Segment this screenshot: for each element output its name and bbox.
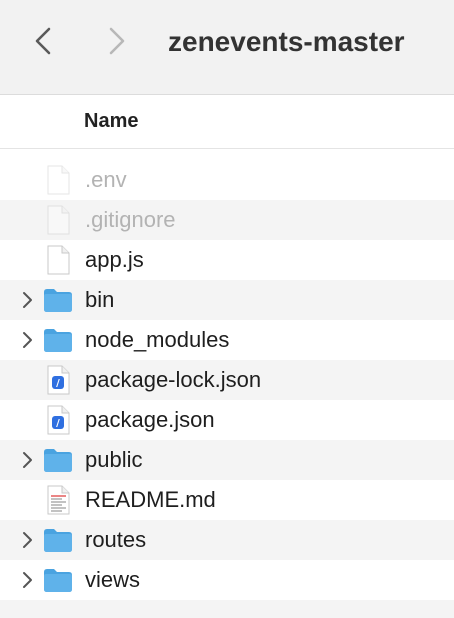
folder-row[interactable]: public bbox=[0, 440, 454, 480]
document-icon bbox=[47, 205, 70, 235]
window-title: zenevents-master bbox=[168, 26, 405, 57]
document-icon bbox=[47, 245, 70, 275]
chevron-right-icon bbox=[23, 532, 32, 548]
file-icon-wrap bbox=[42, 205, 74, 235]
forward-button[interactable] bbox=[102, 24, 132, 58]
file-row[interactable]: .env bbox=[0, 160, 454, 200]
disclosure-button[interactable] bbox=[18, 530, 36, 550]
json-file-icon: / bbox=[47, 365, 70, 395]
chevron-right-icon bbox=[109, 27, 125, 55]
folder-icon bbox=[44, 569, 72, 592]
svg-text:/: / bbox=[56, 418, 60, 429]
file-name: views bbox=[85, 567, 141, 592]
chevron-left-icon bbox=[35, 27, 51, 55]
file-name: package-lock.json bbox=[85, 367, 262, 392]
file-name: app.js bbox=[85, 247, 144, 272]
file-icon-wrap bbox=[42, 286, 74, 314]
file-name: package.json bbox=[85, 407, 215, 432]
file-row[interactable]: / package-lock.json bbox=[0, 360, 454, 400]
folder-row[interactable]: node_modules bbox=[0, 320, 454, 360]
name-column-header[interactable]: Name bbox=[84, 107, 138, 135]
file-icon-wrap bbox=[42, 165, 74, 195]
json-file-icon: / bbox=[47, 405, 70, 435]
file-name: .gitignore bbox=[85, 207, 176, 232]
document-icon bbox=[47, 165, 70, 195]
file-row[interactable]: README.md bbox=[0, 480, 454, 520]
file-icon-wrap bbox=[42, 566, 74, 594]
file-icon-wrap bbox=[42, 245, 74, 275]
file-icon-wrap bbox=[42, 485, 74, 515]
disclosure-button[interactable] bbox=[18, 450, 36, 470]
folder-icon bbox=[44, 529, 72, 552]
file-icon-wrap: / bbox=[42, 365, 74, 395]
disclosure-button[interactable] bbox=[18, 570, 36, 590]
folder-row[interactable]: bin bbox=[0, 280, 454, 320]
file-icon-wrap bbox=[42, 326, 74, 354]
file-name: routes bbox=[85, 527, 147, 552]
file-name: node_modules bbox=[85, 327, 230, 352]
chevron-right-icon bbox=[23, 292, 32, 308]
folder-row[interactable]: views bbox=[0, 560, 454, 600]
svg-text:/: / bbox=[56, 378, 60, 389]
chevron-right-icon bbox=[23, 332, 32, 348]
file-name: bin bbox=[85, 287, 115, 312]
folder-icon bbox=[44, 289, 72, 312]
file-icon-wrap bbox=[42, 446, 74, 474]
file-name: README.md bbox=[85, 487, 216, 512]
file-name: public bbox=[85, 447, 143, 472]
file-list: .env .gitignore app.js bin node_modules / pack… bbox=[0, 160, 454, 600]
disclosure-button[interactable] bbox=[18, 330, 36, 350]
chevron-right-icon bbox=[23, 452, 32, 468]
folder-icon bbox=[44, 449, 72, 472]
chevron-right-icon bbox=[23, 572, 32, 588]
back-button[interactable] bbox=[28, 24, 58, 58]
file-icon-wrap: / bbox=[42, 405, 74, 435]
folder-row[interactable]: routes bbox=[0, 520, 454, 560]
markdown-file-icon bbox=[47, 485, 70, 515]
column-header: Name bbox=[0, 95, 454, 149]
list-empty-row bbox=[0, 600, 454, 618]
file-row[interactable]: app.js bbox=[0, 240, 454, 280]
disclosure-button[interactable] bbox=[18, 290, 36, 310]
file-name: .env bbox=[85, 167, 127, 192]
file-icon-wrap bbox=[42, 526, 74, 554]
folder-icon bbox=[44, 329, 72, 352]
file-row[interactable]: .gitignore bbox=[0, 200, 454, 240]
file-row[interactable]: / package.json bbox=[0, 400, 454, 440]
window-toolbar: zenevents-master bbox=[0, 0, 454, 95]
